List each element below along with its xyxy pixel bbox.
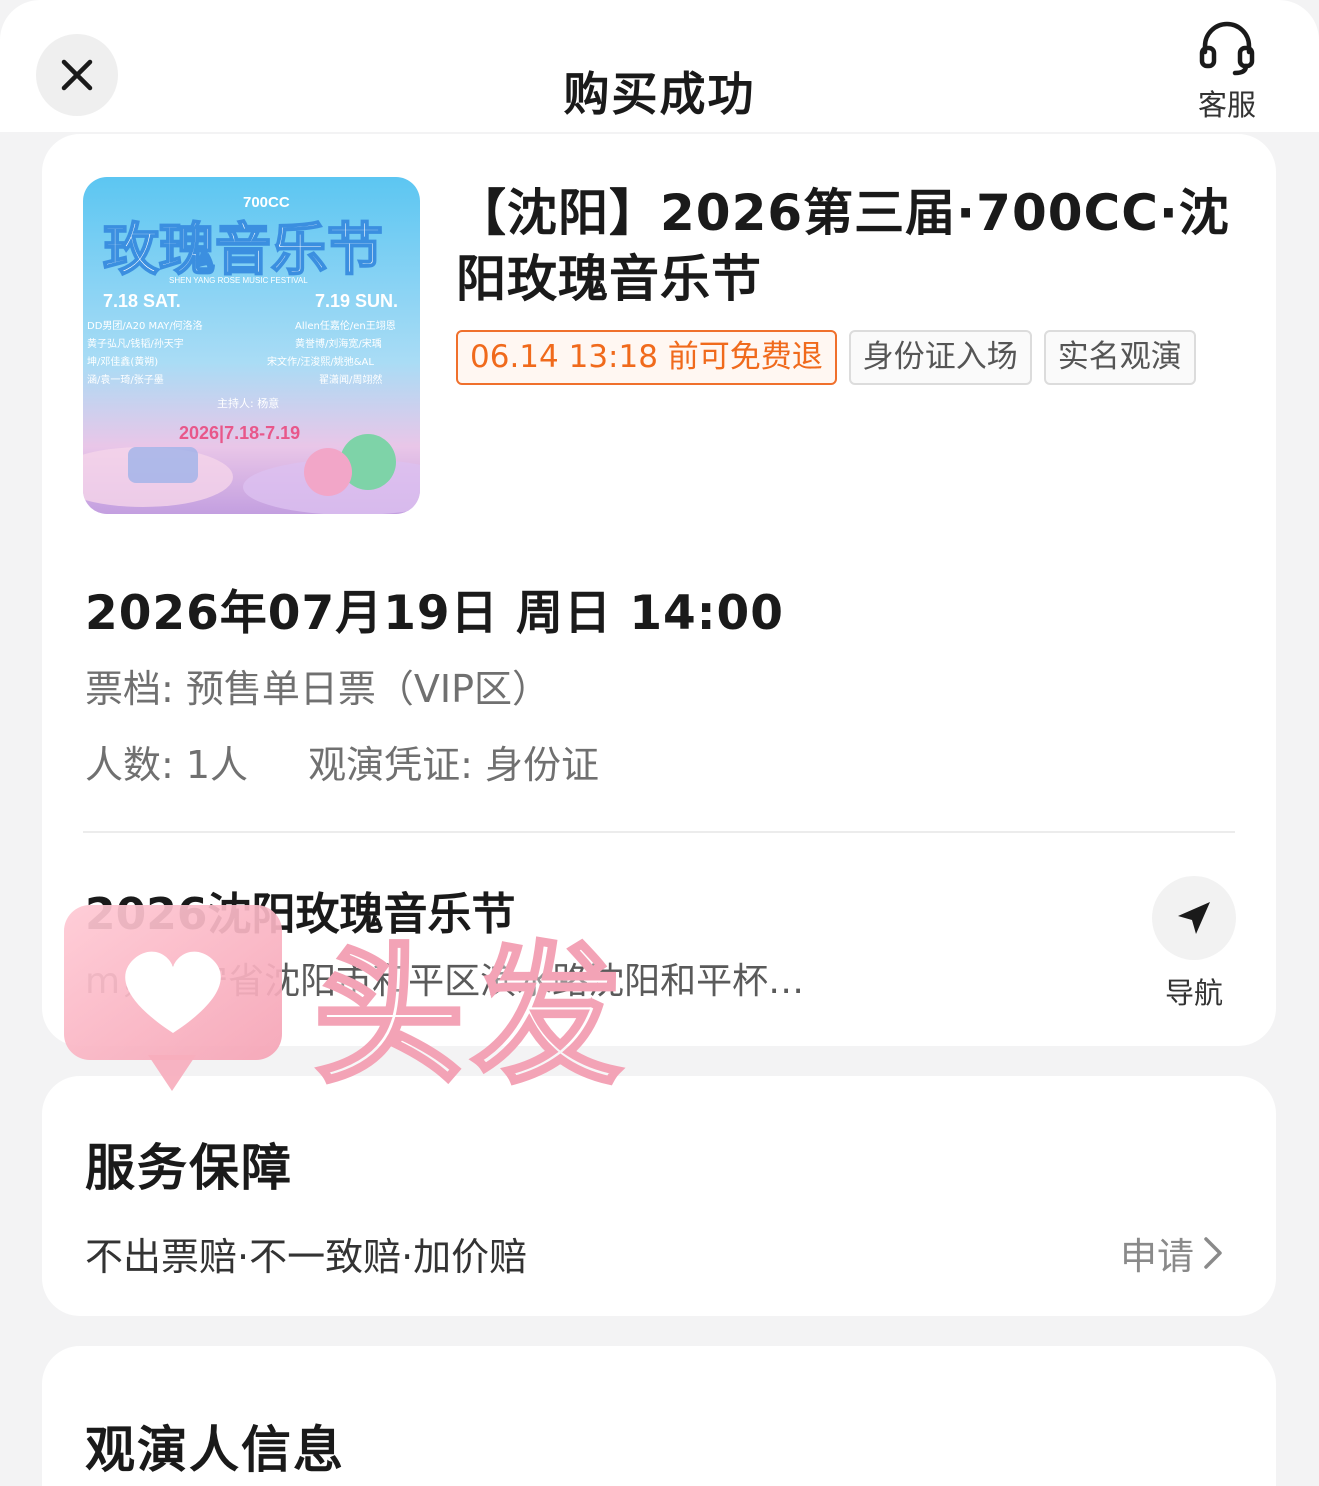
navigation-circle[interactable] bbox=[1152, 876, 1236, 960]
navigation-button[interactable]: 导航 bbox=[1152, 876, 1236, 1012]
poster-day2: 7.19 SUN. bbox=[315, 291, 398, 311]
service-guarantee-card: 服务保障 不出票赔·不一致赔·加价赔 申请 bbox=[42, 1076, 1276, 1316]
divider bbox=[83, 831, 1235, 833]
poster-subtitle: SHEN YANG ROSE MUSIC FESTIVAL bbox=[169, 276, 308, 285]
chevron-right-icon bbox=[1204, 1237, 1222, 1269]
poster-lineup-left-1: DD男团/A20 MAY/何洛洛 bbox=[87, 319, 203, 332]
navigation-arrow-icon bbox=[1178, 902, 1210, 934]
ticket-info-row: 人数: 1人 观演凭证: 身份证 bbox=[85, 734, 599, 789]
poster-title: 玫瑰音乐节 bbox=[103, 218, 383, 283]
watermark: 头发 bbox=[64, 905, 664, 1106]
poster-dates: 2026|7.18-7.19 bbox=[179, 423, 300, 443]
header: 购买成功 客服 bbox=[0, 0, 1319, 132]
poster-lineup-right-1: Allen任嘉伦/en王翊恩 bbox=[295, 319, 396, 332]
customer-service-button[interactable]: 客服 bbox=[1187, 20, 1267, 124]
poster-day1: 7.18 SAT. bbox=[103, 291, 181, 311]
poster-lineup-right-4: 翟潇闻/周翊然 bbox=[319, 373, 382, 386]
poster-lineup-right-3: 宋文作/汪浚熙/姚弛&AL bbox=[267, 355, 374, 368]
poster-brand: 700CC bbox=[243, 194, 290, 211]
watermark-text: 头发 bbox=[312, 928, 631, 1106]
refund-tag: 06.14 13:18 前可免费退 bbox=[456, 330, 837, 385]
heart-chat-icon bbox=[64, 905, 282, 1091]
service-items: 不出票赔·不一致赔·加价赔 bbox=[85, 1235, 528, 1279]
service-title: 服务保障 bbox=[85, 1139, 293, 1197]
poster-lineup-left-4: 涵/袁一琦/张子墨 bbox=[87, 374, 164, 386]
viewer-title: 观演人信息 bbox=[85, 1421, 345, 1479]
credential-type: 观演凭证: 身份证 bbox=[308, 743, 599, 787]
apply-label: 申请 bbox=[1120, 1235, 1194, 1278]
ticket-tier: 票档: 预售单日票（VIP区） bbox=[85, 667, 551, 711]
poster-lineup-left-2: 黄子弘凡/钱韬/孙天宇 bbox=[87, 337, 184, 350]
poster-host: 主持人: 杨意 bbox=[217, 396, 279, 410]
poster-lineup-right-2: 黄誉博/刘海宽/宋瑀 bbox=[295, 337, 382, 350]
id-entry-tag: 身份证入场 bbox=[848, 330, 1032, 385]
page-title: 购买成功 bbox=[563, 67, 756, 121]
real-name-tag: 实名观演 bbox=[1043, 330, 1196, 385]
apply-button[interactable]: 申请 bbox=[1120, 1226, 1224, 1280]
attendee-count: 人数: 1人 bbox=[85, 743, 249, 787]
navigation-label: 导航 bbox=[1164, 976, 1223, 1010]
event-tags: 06.14 13:18 前可免费退 身份证入场 实名观演 bbox=[456, 330, 1236, 385]
viewer-info-card: 观演人信息 bbox=[42, 1346, 1276, 1486]
customer-service-label: 客服 bbox=[1197, 88, 1256, 122]
headset-icon bbox=[1199, 21, 1255, 76]
poster-lineup-left-3: 坤/邓佳鑫(黄朔) bbox=[87, 355, 158, 368]
event-datetime: 2026年07月19日 周日 14:00 bbox=[85, 586, 784, 641]
event-poster[interactable]: 700CC 玫瑰音乐节 SHEN YANG ROSE MUSIC FESTIVA… bbox=[83, 177, 420, 514]
event-title[interactable]: 【沈阳】2026第三届·700CC·沈阳玫瑰音乐节 bbox=[456, 180, 1246, 312]
purchase-success-page: 购买成功 客服 700CC 玫瑰音乐节 SHEN YANG ROSE MUSIC… bbox=[0, 0, 1319, 1486]
